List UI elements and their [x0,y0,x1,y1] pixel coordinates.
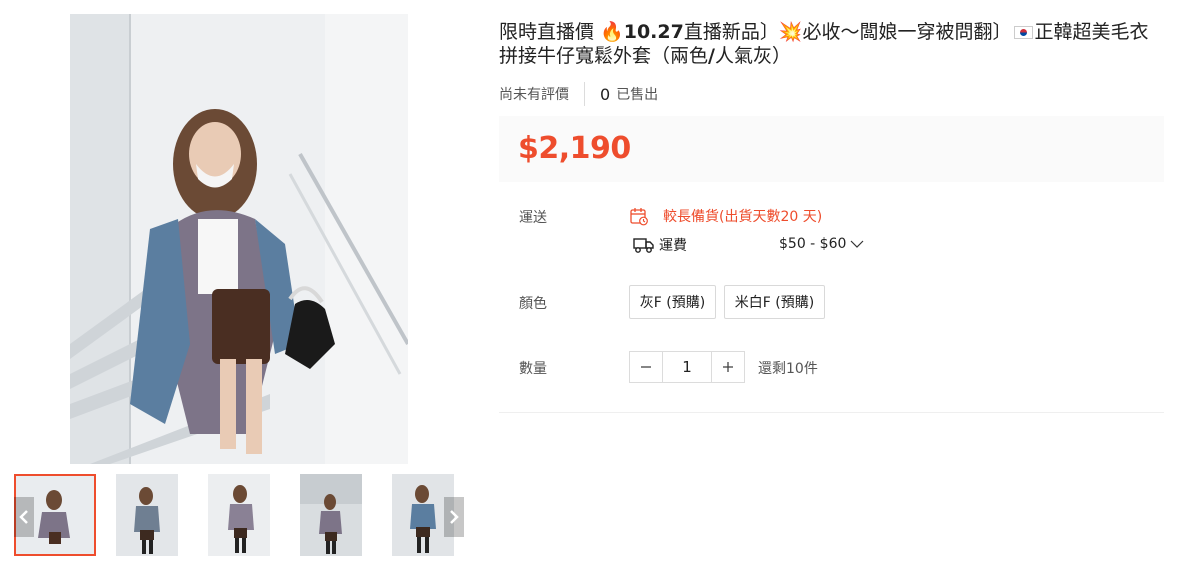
increase-quantity-button[interactable] [712,352,744,382]
product-price: $2,190 [518,131,631,166]
stock-remaining: 還剩10件 [758,361,818,377]
sold-count: 0 [600,84,611,104]
title-segment: 必收～闆娘一穿被問翻〕 [802,21,1012,43]
color-label: 顏色 [519,296,547,312]
burst-icon: 💥 [778,21,803,43]
shipping-label: 運送 [519,210,547,226]
minus-icon [641,366,651,368]
title-segment: 人氣灰） [714,45,791,67]
decrease-quantity-button[interactable] [630,352,662,382]
product-photo [70,14,408,464]
title-slash: / [708,45,715,67]
variant-option-gray[interactable]: 灰F (預購) [629,285,716,319]
chevron-down-icon [850,240,864,248]
rating-row: 尚未有評價 0 已售出 [499,82,659,106]
fire-icon: 🔥 [600,21,624,43]
quantity-label: 數量 [519,361,547,377]
korea-flag-icon [1013,26,1033,39]
sold-label: 已售出 [616,87,659,103]
preorder-note-text: 較長備貨(出貨天數20 天) [663,209,823,225]
product-main-image[interactable] [70,14,408,464]
chevron-right-icon [450,510,459,524]
product-title: 限時直播價 🔥10.27直播新品〕💥必收～闆娘一穿被問翻〕 正韓超美毛衣拼接牛仔寬… [499,20,1167,68]
shipping-fee-range: $50 - $60 [779,236,847,252]
section-divider [499,412,1164,413]
preorder-note: 較長備貨(出貨天數20 天) [629,206,822,226]
quantity-stepper: 1 [629,351,745,383]
no-reviews-text[interactable]: 尚未有評價 [499,84,569,104]
plus-icon [723,362,733,372]
chevron-left-icon [19,510,28,524]
thumbnail-strip [14,474,466,556]
thumbnail-4[interactable] [300,474,362,556]
thumbnail-photo [116,474,178,556]
title-segment: 直播新品〕 [683,21,779,43]
thumbnail-3[interactable] [208,474,270,556]
shipping-fee-row: 運費 [633,235,687,255]
price-box: $2,190 [499,116,1164,182]
title-date: 10.27 [623,21,684,43]
thumbnail-prev-button[interactable] [14,497,34,537]
thumbnail-2[interactable] [116,474,178,556]
truck-icon [633,238,654,253]
shipping-fee-label: 運費 [659,238,687,254]
shipping-fee-dropdown[interactable]: $50 - $60 [779,236,864,252]
calendar-clock-icon [630,208,648,226]
thumbnail-next-button[interactable] [444,497,464,537]
variant-option-cream[interactable]: 米白F (預購) [724,285,825,319]
thumbnail-photo [208,474,270,556]
quantity-input[interactable]: 1 [662,352,712,382]
rating-divider [584,82,585,106]
thumbnail-photo [300,474,362,556]
title-prefix: 限時直播價 [499,21,601,43]
